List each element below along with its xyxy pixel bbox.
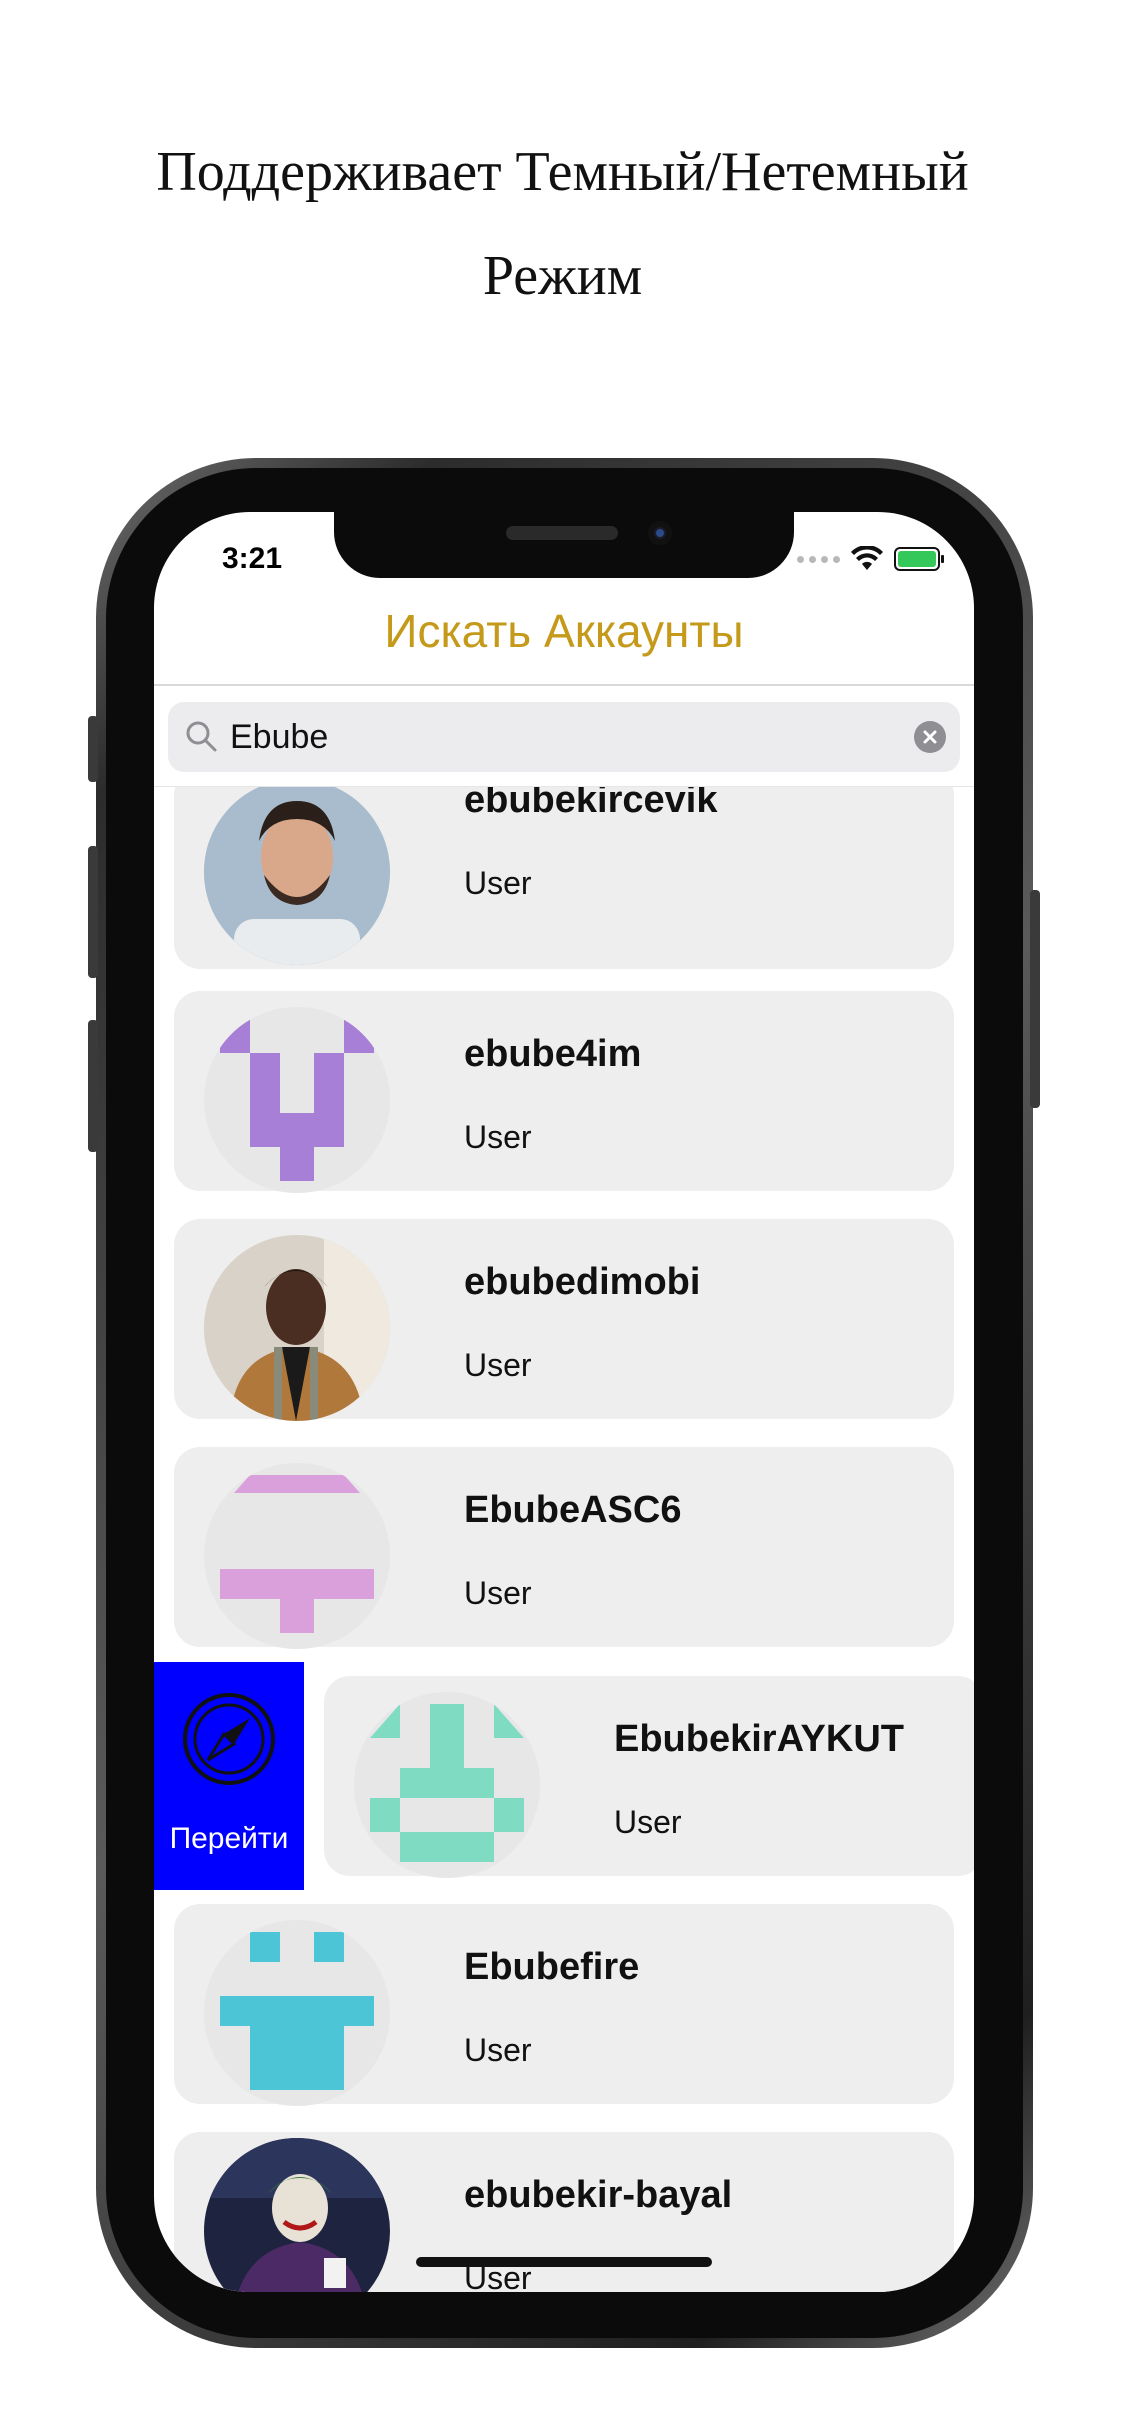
front-camera — [648, 521, 672, 545]
power-button — [1030, 890, 1040, 1108]
search-bar[interactable] — [168, 702, 960, 772]
account-username: ebubekir-bayal — [464, 2174, 733, 2216]
headline-line-2: Режим — [482, 245, 643, 307]
open-account-label: Перейти — [169, 1822, 289, 1855]
account-username: Ebubefire — [464, 1946, 640, 1988]
avatar — [204, 2138, 390, 2292]
cellular-signal-icon — [797, 555, 840, 563]
account-role: User — [464, 1575, 532, 1611]
promo-headline: Поддерживает Темный/Нетемный Режим — [0, 120, 1125, 328]
page-title: Искать Аккаунты — [384, 605, 744, 657]
headline-line-1: Поддерживает Темный/Нетемный — [156, 141, 969, 203]
account-username: EbubeASC6 — [464, 1489, 682, 1531]
notch — [334, 512, 794, 578]
account-role: User — [464, 2032, 532, 2068]
list-item[interactable]: ebube4im User — [174, 991, 954, 1193]
wifi-icon — [851, 546, 883, 570]
account-role: User — [464, 1347, 532, 1383]
home-indicator[interactable] — [416, 2257, 712, 2267]
identicon-avatar — [204, 1920, 390, 2106]
list-item[interactable]: Ebubefire User — [174, 1904, 954, 2106]
volume-up-button — [88, 846, 98, 978]
volume-down-button — [88, 1020, 98, 1152]
accounts-list[interactable]: ebubekircevik User ebube4im User ebubedi… — [154, 787, 974, 2292]
compass-icon — [183, 1693, 275, 1785]
list-item[interactable]: EbubeASC6 User — [174, 1447, 954, 1649]
account-username: ebubekircevik — [464, 787, 718, 821]
search-icon — [186, 721, 217, 752]
silent-switch — [88, 716, 98, 782]
battery-icon — [894, 547, 944, 571]
account-role: User — [614, 1804, 682, 1840]
list-item[interactable]: EbubekirAYKUT User — [324, 1676, 974, 1878]
account-role: User — [464, 1119, 532, 1155]
search-input[interactable] — [230, 718, 870, 757]
account-username: EbubekirAYKUT — [614, 1718, 904, 1760]
open-account-action[interactable]: Перейти — [154, 1662, 304, 1890]
status-time: 3:21 — [222, 542, 283, 575]
identicon-avatar — [204, 1463, 390, 1649]
phone-screen: 3:21 Искать Аккаунты Ebube ebubekircevik… — [154, 512, 974, 2292]
clear-search-button[interactable] — [914, 721, 946, 753]
avatar — [204, 1235, 390, 1421]
list-item[interactable]: ebubekir-bayal User — [174, 2132, 954, 2292]
avatar — [204, 787, 390, 965]
account-username: ebube4im — [464, 1033, 642, 1075]
identicon-avatar — [354, 1692, 540, 1878]
list-item[interactable]: ebubedimobi User — [174, 1219, 954, 1421]
list-item[interactable]: ebubekircevik User — [174, 787, 954, 969]
speaker-grill — [506, 526, 618, 540]
nav-divider — [154, 684, 974, 686]
account-username: ebubedimobi — [464, 1261, 701, 1303]
status-icons — [797, 546, 944, 572]
account-role: User — [464, 865, 532, 901]
identicon-avatar — [204, 1007, 390, 1193]
close-icon — [923, 730, 937, 744]
